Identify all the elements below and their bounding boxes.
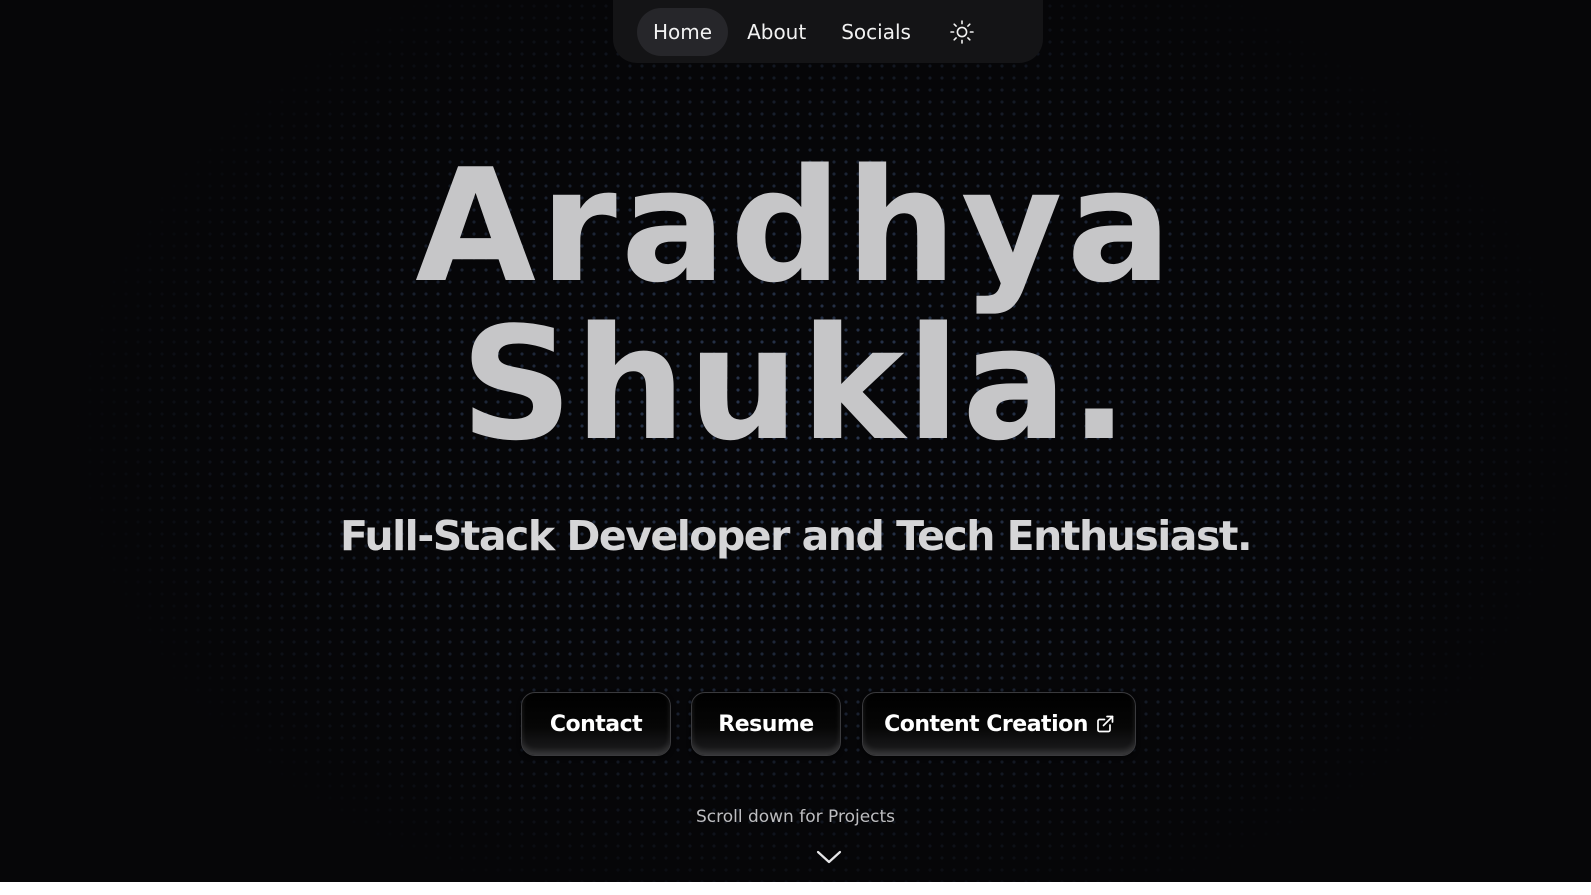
resume-button-label: Resume	[718, 711, 814, 737]
external-link-icon	[1096, 715, 1114, 733]
nav-socials[interactable]: Socials	[825, 8, 927, 56]
sun-icon	[950, 19, 974, 44]
hero-name-first: Aradhya	[415, 135, 1176, 317]
hero-name-last: Shukla.	[460, 293, 1131, 475]
nav-home[interactable]: Home	[637, 7, 729, 56]
hero-tagline: Full-Stack Developer and Tech Enthusiast…	[339, 512, 1253, 560]
content-creation-button-label: Content Creation	[884, 711, 1088, 737]
page: Home About Socials Aradhya Shukla. Full-…	[0, 0, 1591, 895]
contact-button[interactable]: Contact	[521, 692, 671, 756]
theme-toggle-button[interactable]	[942, 12, 982, 52]
content-creation-button[interactable]: Content Creation	[862, 692, 1136, 756]
bottom-edge	[0, 882, 1591, 895]
chevron-down-icon[interactable]	[815, 848, 843, 866]
contact-button-label: Contact	[549, 711, 643, 737]
scroll-hint-text: Scroll down for Projects	[695, 807, 896, 827]
nav-about[interactable]: About	[731, 8, 822, 56]
resume-button[interactable]: Resume	[691, 692, 841, 756]
top-navbar: Home About Socials	[613, 0, 1043, 63]
